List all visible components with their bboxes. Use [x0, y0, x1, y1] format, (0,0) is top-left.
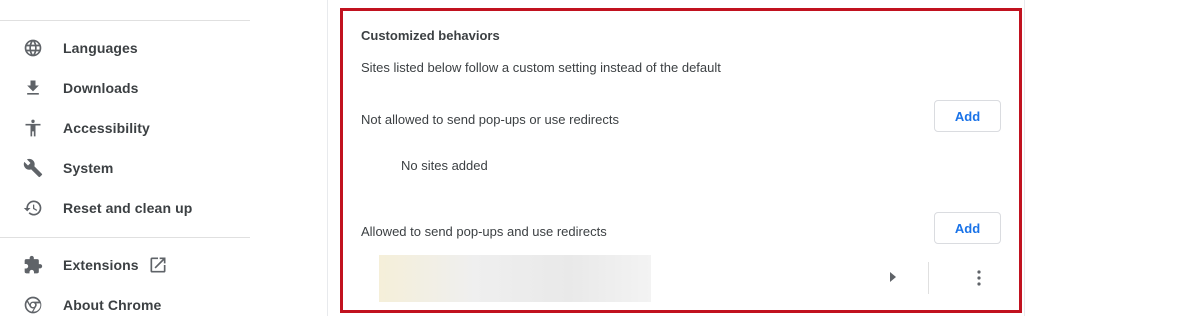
add-allowed-site-button[interactable]: Add [934, 212, 1001, 244]
sidebar-divider [0, 237, 250, 238]
section-description: Sites listed below follow a custom setti… [361, 60, 721, 75]
sidebar-item-label: About Chrome [63, 297, 162, 313]
sidebar-item-label: Downloads [63, 80, 139, 96]
accessibility-icon [22, 117, 44, 139]
arrow-right-icon[interactable] [887, 270, 899, 284]
wrench-icon [22, 157, 44, 179]
sidebar-item-languages[interactable]: Languages [0, 28, 250, 68]
sidebar-item-about-chrome[interactable]: About Chrome [0, 285, 250, 325]
site-entry-redacted[interactable] [379, 255, 651, 302]
row-separator [928, 262, 929, 294]
sidebar-item-reset[interactable]: Reset and clean up [0, 188, 250, 228]
download-icon [22, 77, 44, 99]
sidebar-divider [0, 20, 250, 21]
section-title: Customized behaviors [361, 28, 500, 43]
sidebar-item-label: Extensions [63, 257, 139, 273]
empty-list-text: No sites added [401, 158, 488, 173]
sidebar-item-system[interactable]: System [0, 148, 250, 188]
add-blocked-site-button[interactable]: Add [934, 100, 1001, 132]
more-vert-icon[interactable] [969, 268, 989, 288]
settings-sidebar: Languages Downloads Accessibility System… [0, 0, 250, 316]
open-in-new-icon [148, 255, 168, 275]
history-icon [22, 197, 44, 219]
allowed-list-label: Allowed to send pop-ups and use redirect… [361, 224, 607, 239]
sidebar-item-extensions[interactable]: Extensions [0, 245, 250, 285]
sidebar-item-downloads[interactable]: Downloads [0, 68, 250, 108]
sidebar-item-label: System [63, 160, 114, 176]
chrome-icon [22, 294, 44, 316]
sidebar-item-accessibility[interactable]: Accessibility [0, 108, 250, 148]
puzzle-icon [22, 254, 44, 276]
sidebar-item-label: Accessibility [63, 120, 150, 136]
globe-icon [22, 37, 44, 59]
sidebar-item-label: Languages [63, 40, 138, 56]
sidebar-item-label: Reset and clean up [63, 200, 193, 216]
blocked-list-label: Not allowed to send pop-ups or use redir… [361, 112, 619, 127]
